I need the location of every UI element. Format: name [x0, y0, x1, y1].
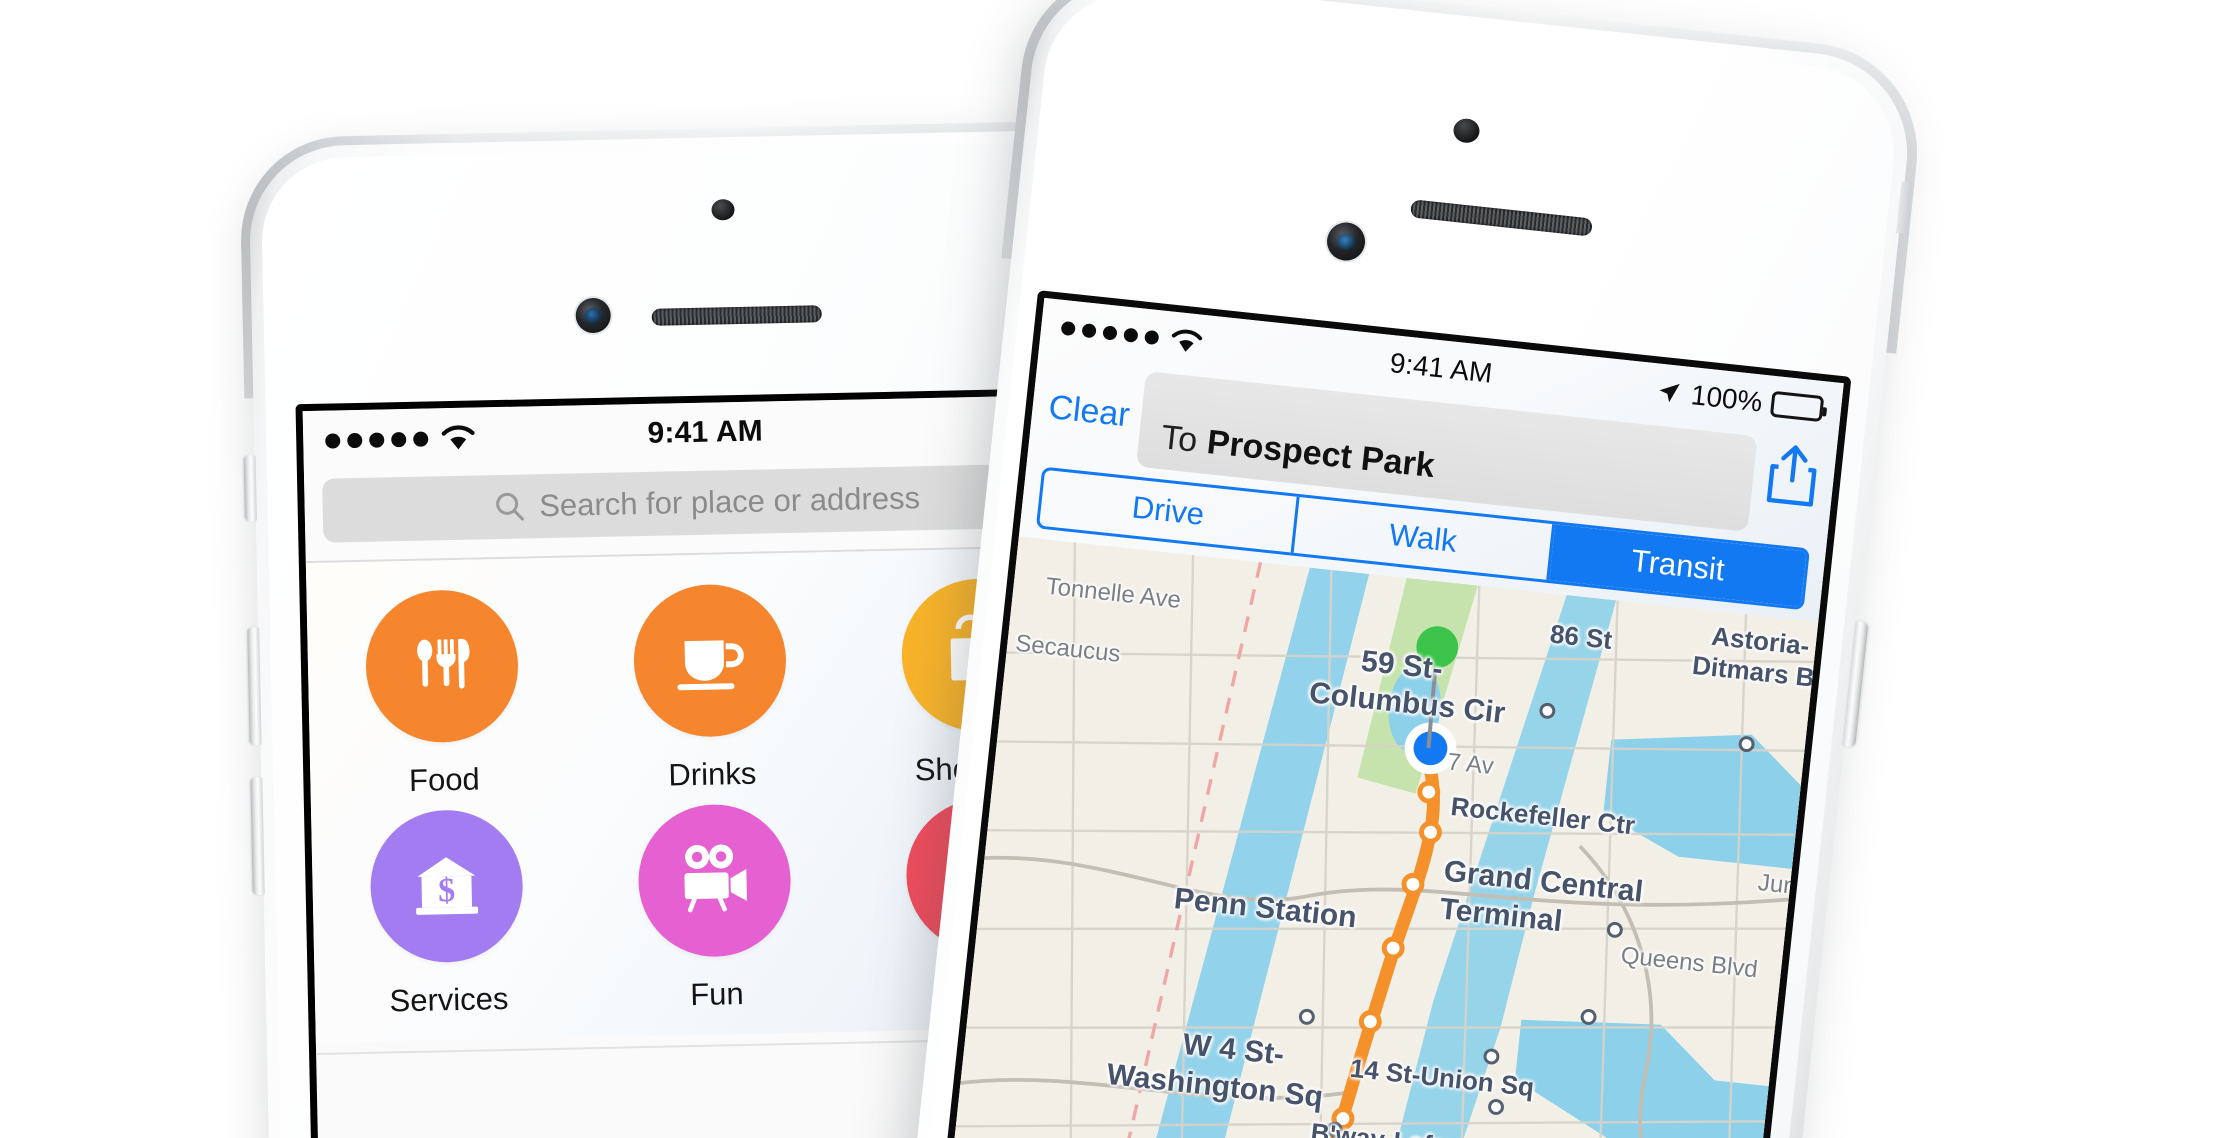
share-icon[interactable] — [1760, 440, 1823, 537]
map-canvas — [938, 536, 1819, 1138]
ring-silent-switch[interactable] — [243, 455, 257, 522]
right-phone-body: 9:41 AM 100% Clear To Prospect Park Driv… — [901, 0, 1918, 1138]
svg-text:$: $ — [438, 872, 456, 909]
cutlery-icon — [364, 588, 520, 744]
volume-up-button[interactable] — [247, 627, 262, 746]
category-label: Drinks — [668, 755, 757, 793]
search-icon — [493, 490, 526, 523]
category-food[interactable]: Food — [306, 587, 578, 801]
right-phone-screen: 9:41 AM 100% Clear To Prospect Park Driv… — [931, 290, 1852, 1138]
bank-dollar-icon: $ — [369, 808, 525, 964]
category-fun[interactable]: Fun — [579, 802, 851, 1016]
coffee-cup-icon — [632, 583, 788, 739]
map-view[interactable]: Tonnelle Ave Secaucus 86 St Astoria- Dit… — [938, 536, 1819, 1138]
location-arrow-icon — [1655, 378, 1684, 407]
movie-camera-icon — [636, 803, 793, 959]
category-label: Food — [408, 761, 481, 798]
scene-root: 9:41 AM Search for place or address Food… — [0, 0, 2220, 1138]
battery-status-group: 100% — [1655, 375, 1825, 425]
earpiece-speaker-icon — [651, 305, 822, 326]
battery-percent-text: 100% — [1689, 379, 1764, 418]
search-input[interactable]: Search for place or address — [322, 462, 1092, 543]
category-label: Fun — [689, 976, 744, 1013]
battery-full-icon — [1769, 390, 1825, 423]
category-services[interactable]: $ Services — [311, 807, 583, 1021]
destination-prefix: To — [1159, 418, 1200, 460]
left-status-time: 9:41 AM — [647, 414, 764, 450]
category-label: Services — [389, 980, 509, 1019]
volume-down-button[interactable] — [250, 777, 265, 896]
search-placeholder-text: Search for place or address — [538, 480, 921, 524]
maps-directions-screen: 9:41 AM 100% Clear To Prospect Park Driv… — [938, 297, 1844, 1138]
category-drinks[interactable]: Drinks — [574, 582, 846, 796]
power-button[interactable] — [1842, 620, 1869, 748]
destination-value: Prospect Park — [1205, 423, 1437, 486]
clear-button[interactable]: Clear — [1046, 388, 1132, 439]
right-phone-device: 9:41 AM 100% Clear To Prospect Park Driv… — [901, 0, 1929, 1138]
